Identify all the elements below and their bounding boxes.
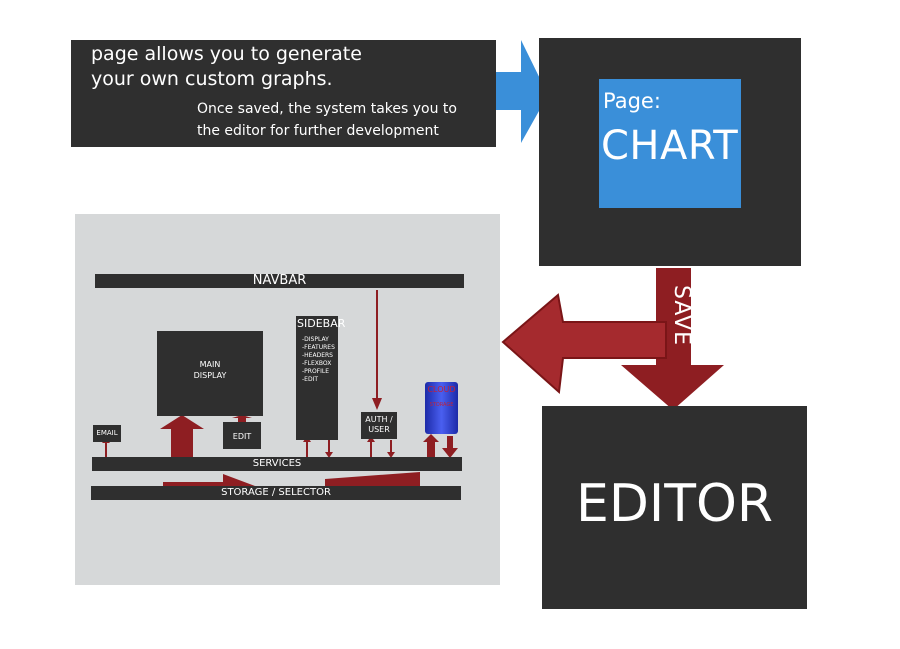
sidebar-items: -DISPLAY -FEATURES -HEADERS -FLEXBOX -PR… xyxy=(302,336,335,384)
storage-selector-bar: STORAGE / SELECTOR xyxy=(91,486,461,500)
sidebar-item: -FEATURES xyxy=(302,344,335,351)
sidebar-item: -DISPLAY xyxy=(302,336,329,343)
edit-block: EDIT xyxy=(223,422,261,449)
chart-page-label-small: Page: xyxy=(603,89,661,113)
editor-page-box: EDITOR xyxy=(542,406,807,609)
auth-user-label: AUTH / USER xyxy=(365,415,393,434)
email-block: EMAIL xyxy=(93,425,121,442)
sidebar-title: SIDEBAR xyxy=(297,317,346,330)
caption-line1: page allows you to generate your own cus… xyxy=(91,43,362,90)
chart-page-panel: Page: CHART xyxy=(599,79,741,208)
main-display-block: MAIN DISPLAY xyxy=(157,331,263,416)
sidebar-item: -HEADERS xyxy=(302,352,333,359)
cloud-label: CLOUD xyxy=(427,385,456,394)
sidebar-item: -FLEXBOX xyxy=(302,360,332,367)
services-bar: SERVICES xyxy=(92,457,462,471)
sidebar-block: SIDEBAR -DISPLAY -FEATURES -HEADERS -FLE… xyxy=(296,316,345,440)
sidebar-item: -EDIT xyxy=(302,376,319,383)
sidebar-item: -PROFILE xyxy=(302,368,330,375)
chart-page-label-large: CHART xyxy=(601,123,739,169)
chart-page-box: Page: CHART xyxy=(539,38,801,266)
email-label: EMAIL xyxy=(96,429,118,437)
editor-page-label: EDITOR xyxy=(575,474,774,534)
save-label: SAVE xyxy=(669,285,694,346)
main-display-label: MAIN DISPLAY xyxy=(193,360,227,380)
caption-line2: Once saved, the system takes you to the … xyxy=(197,101,457,139)
auth-user-block: AUTH / USER xyxy=(361,412,397,439)
navbar-block: NAVBAR xyxy=(95,274,464,288)
cloud-storage-block: CLOUD STORAGE xyxy=(425,382,458,434)
cloud-storage-label: STORAGE xyxy=(429,402,454,408)
architecture-diagram: NAVBAR MAIN DISPLAY SIDEBAR -DISPLAY -FE… xyxy=(75,214,500,585)
caption-box: page allows you to generate your own cus… xyxy=(71,40,496,147)
edit-label: EDIT xyxy=(232,432,252,441)
